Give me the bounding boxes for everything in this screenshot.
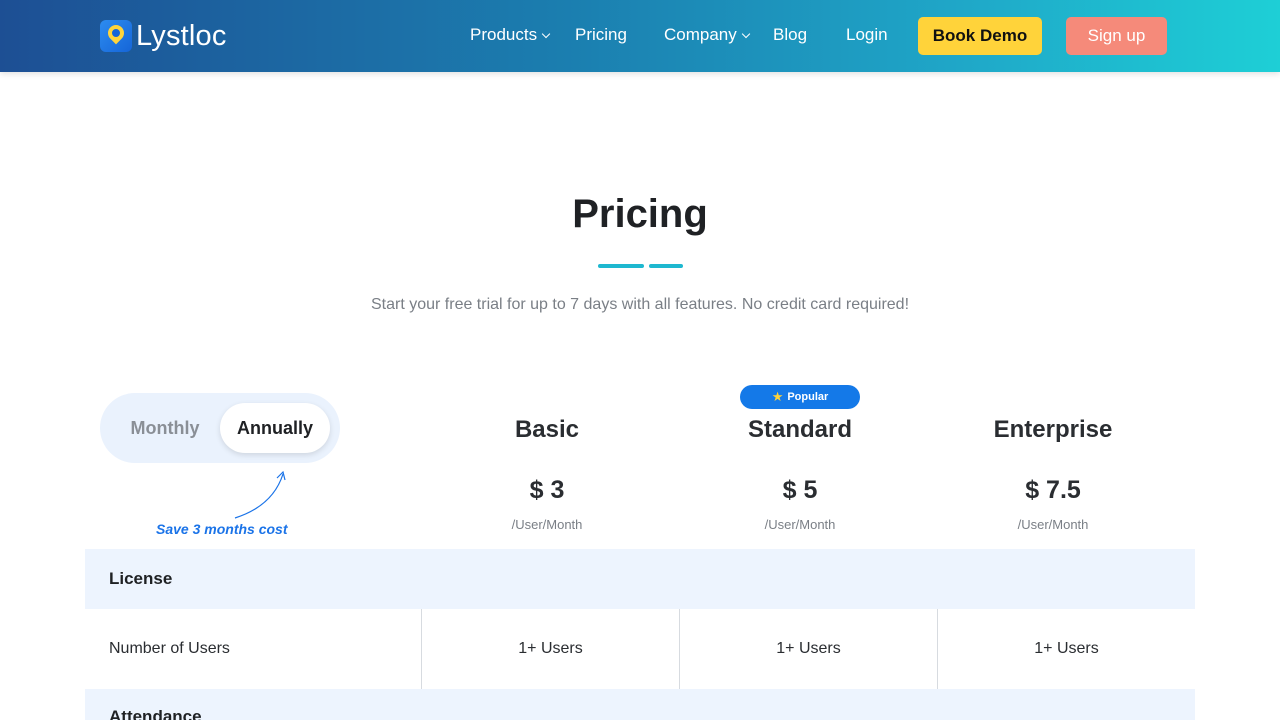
nav-pricing[interactable]: Pricing — [575, 24, 627, 46]
plan-price-enterprise: $ 7.5 — [1025, 476, 1081, 504]
popular-badge: ★ Popular — [740, 385, 860, 409]
table-cell-basic: 1+ Users — [421, 609, 679, 689]
popular-badge-label: Popular — [787, 391, 829, 403]
feature-label: Number of Users — [109, 640, 230, 657]
chevron-down-icon — [541, 29, 551, 39]
plan-unit-standard: /User/Month — [764, 517, 836, 532]
nav-company[interactable]: Company — [664, 24, 751, 46]
nav-products[interactable]: Products — [470, 24, 551, 46]
plan-name-enterprise: Enterprise — [993, 416, 1113, 443]
logo-text: Lystloc — [136, 19, 227, 52]
section-label: License — [109, 569, 173, 588]
book-demo-button[interactable]: Book Demo — [918, 17, 1042, 55]
curved-arrow-icon — [234, 470, 286, 519]
plan-unit-enterprise: /User/Month — [1017, 517, 1089, 532]
sign-up-button[interactable]: Sign up — [1066, 17, 1167, 55]
star-icon: ★ — [771, 389, 784, 404]
plan-unit-basic: /User/Month — [511, 517, 583, 532]
page-title: Pricing — [572, 192, 708, 236]
toggle-monthly[interactable]: Monthly — [120, 404, 210, 452]
title-underline-accent — [649, 264, 683, 268]
title-underline — [598, 264, 644, 268]
plan-price-basic: $ 3 — [529, 476, 565, 504]
location-pin-icon — [100, 20, 132, 52]
logo-link[interactable]: Lystloc — [100, 18, 227, 54]
save-note: Save 3 months cost — [156, 521, 288, 537]
table-cell-enterprise: 1+ Users — [937, 609, 1195, 689]
toggle-annually[interactable]: Annually — [220, 403, 330, 453]
top-navbar: Lystloc Products Pricing Company Blog Lo… — [0, 0, 1280, 72]
section-row-attendance: Attendance — [85, 689, 1195, 720]
section-label: Attendance — [109, 707, 202, 720]
nav-blog[interactable]: Blog — [773, 24, 807, 46]
nav-products-label: Products — [470, 25, 538, 44]
plan-name-basic: Basic — [514, 416, 580, 443]
plan-price-standard: $ 5 — [782, 476, 818, 504]
plan-name-standard: Standard — [747, 416, 852, 443]
chevron-down-icon — [741, 29, 751, 39]
nav-company-label: Company — [664, 25, 737, 44]
nav-login[interactable]: Login — [846, 24, 888, 46]
section-row-license: License — [85, 549, 1195, 609]
table-row: Number of Users 1+ Users 1+ Users 1+ Use… — [85, 609, 1195, 689]
table-cell-standard: 1+ Users — [679, 609, 937, 689]
page-subtitle: Start your free trial for up to 7 days w… — [370, 296, 910, 313]
